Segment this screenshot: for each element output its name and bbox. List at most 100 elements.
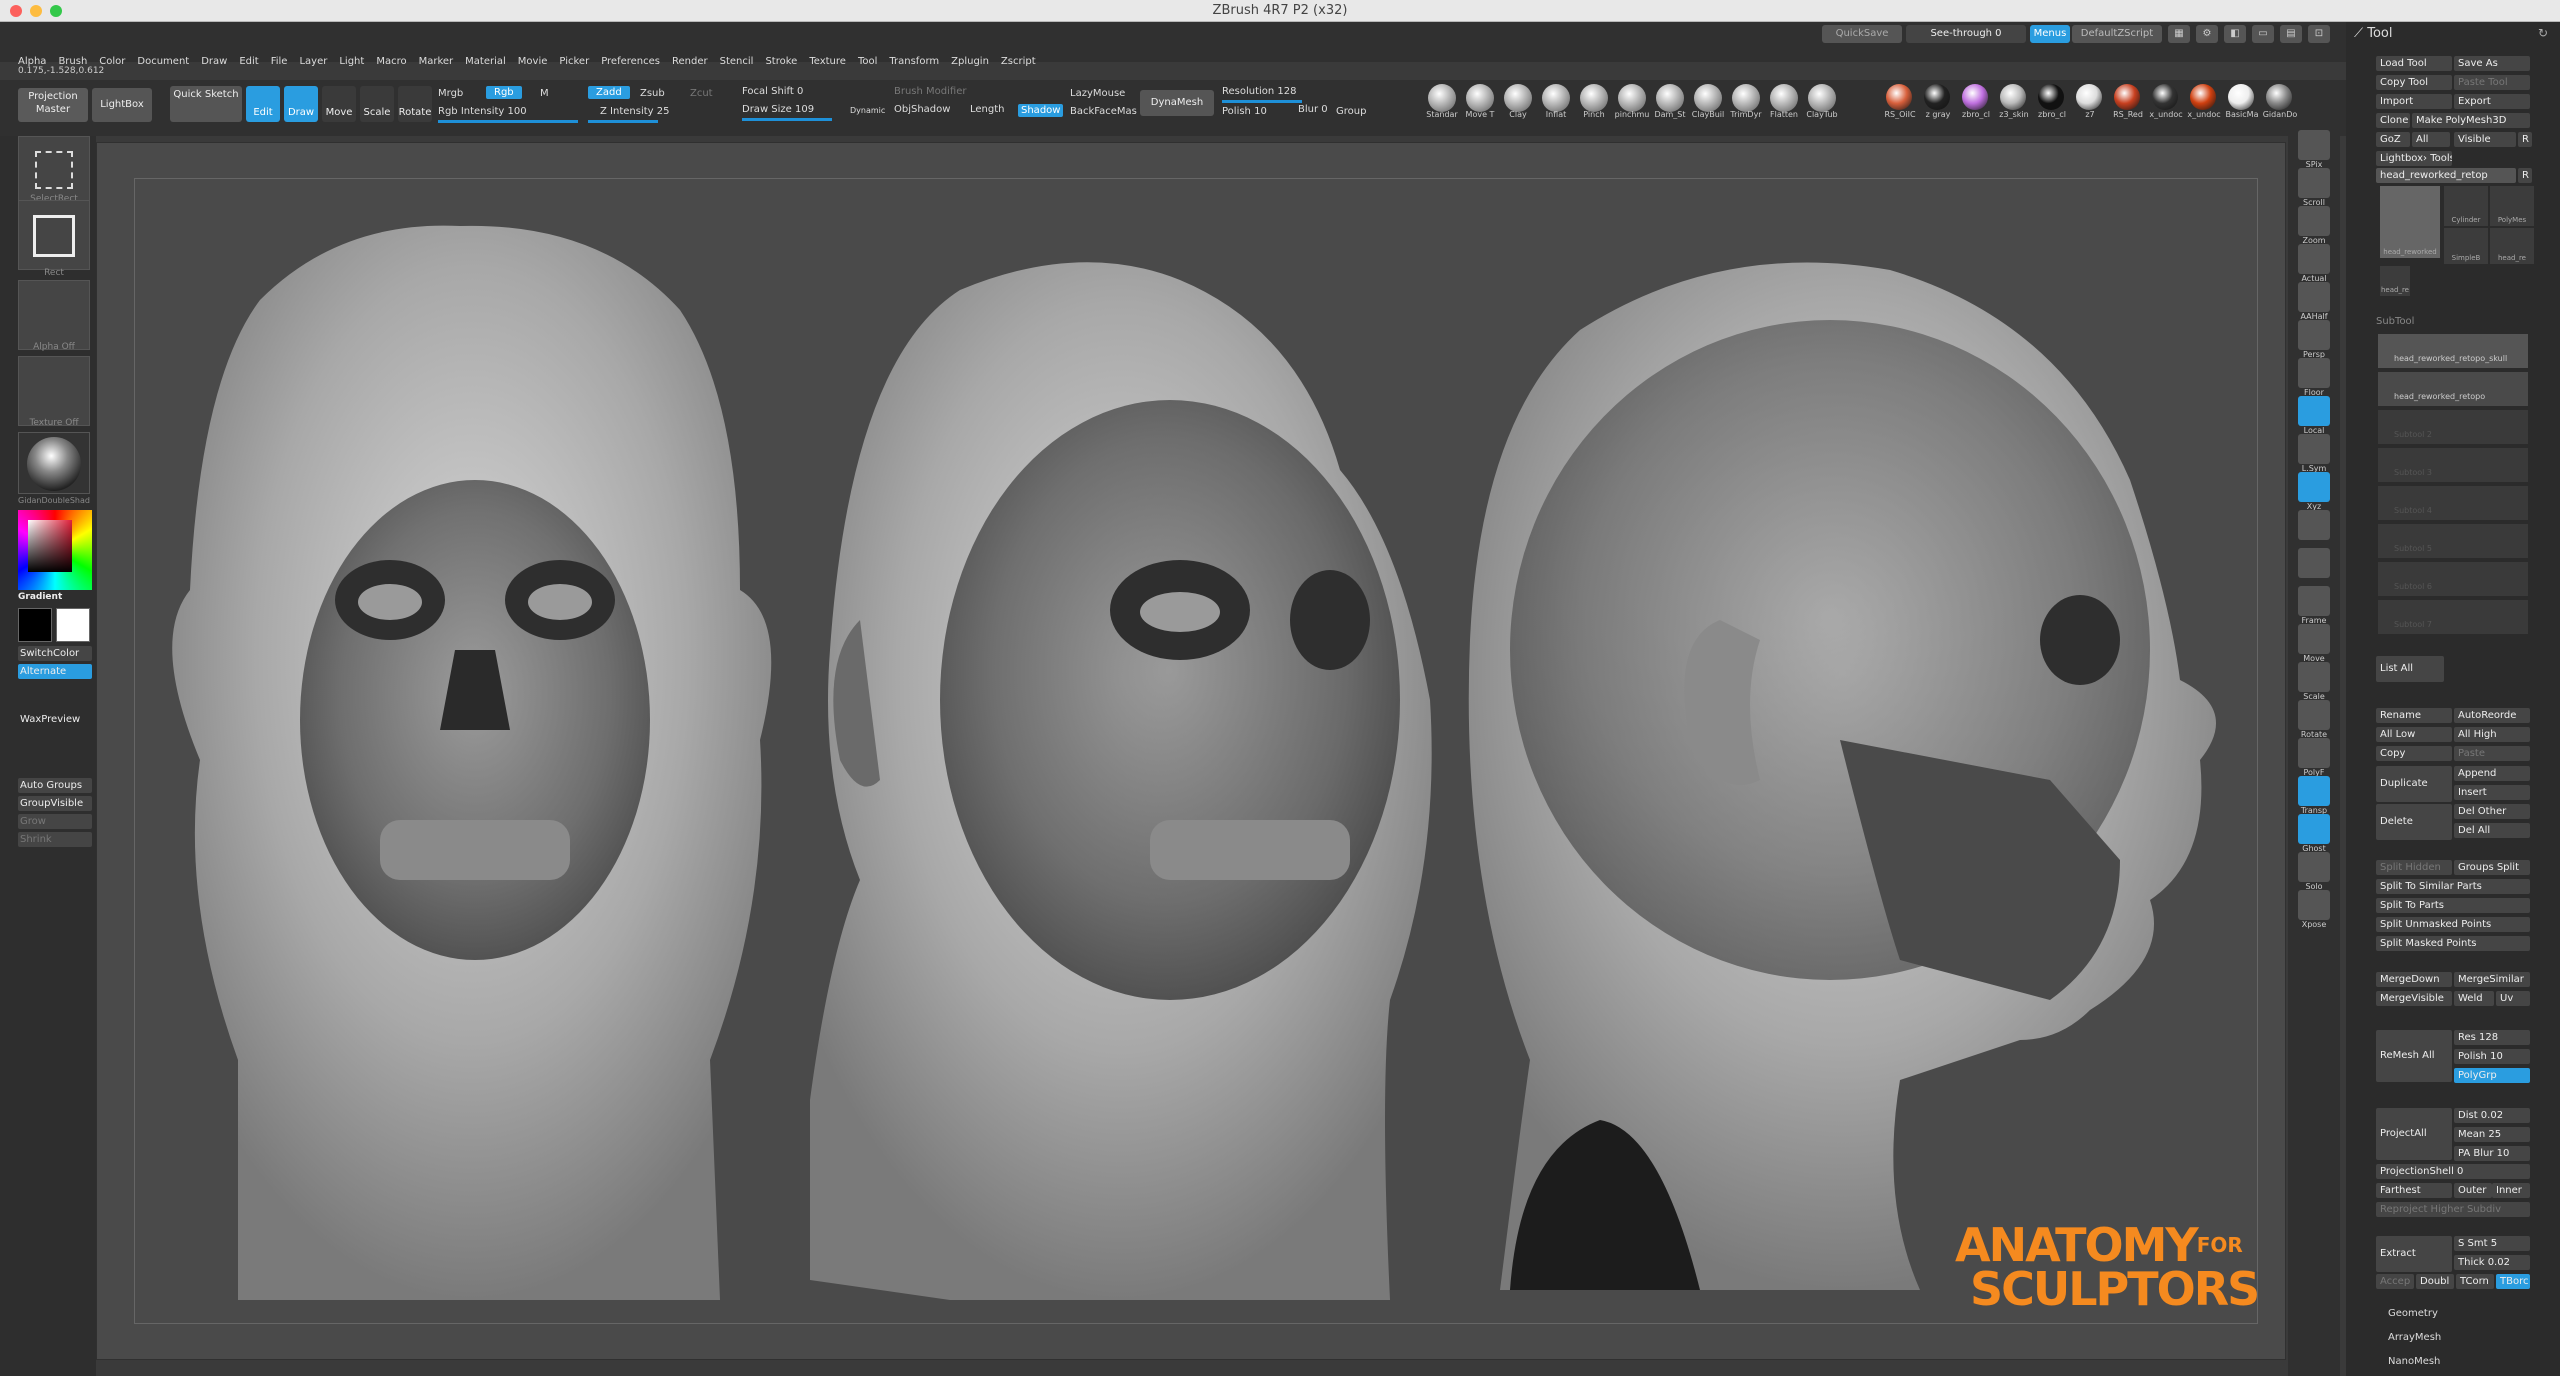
del-other[interactable]: Del Other — [2454, 804, 2530, 819]
tray-spix-icon[interactable] — [2298, 130, 2330, 160]
make-polymesh[interactable]: Make PolyMesh3D — [2412, 113, 2530, 128]
copy[interactable]: Copy Tool — [2376, 75, 2452, 90]
extract[interactable]: Extract — [2376, 1236, 2452, 1272]
project-all[interactable]: ProjectAll — [2376, 1108, 2452, 1160]
polish[interactable]: Polish 10 — [2454, 1049, 2530, 1064]
tray-polyf-icon[interactable] — [2298, 738, 2330, 768]
subtool-row[interactable]: Subtool 7 — [2378, 600, 2528, 634]
tray-rotate-icon[interactable] — [2298, 700, 2330, 730]
tray-persp-icon[interactable] — [2298, 320, 2330, 350]
projection-shell[interactable]: ProjectionShell 0 — [2376, 1164, 2530, 1179]
tool-thumb[interactable]: head_reworked — [2380, 186, 2440, 258]
subtool-row[interactable]: head_reworked_retopo — [2378, 372, 2528, 406]
accept[interactable]: Accep — [2376, 1274, 2414, 1289]
split-hidden[interactable]: Split Hidden — [2376, 860, 2452, 875]
geometry-section[interactable]: Geometry — [2388, 1308, 2438, 1319]
copy2[interactable]: Copy — [2376, 746, 2452, 761]
tray-aahalf-icon[interactable] — [2298, 282, 2330, 312]
reproject[interactable]: Reproject Higher Subdiv — [2376, 1202, 2530, 1217]
tborder[interactable]: TBorc — [2496, 1274, 2530, 1289]
subtool-row[interactable]: head_reworked_retopo_skull — [2378, 334, 2528, 368]
subtool-row[interactable]: Subtool 5 — [2378, 524, 2528, 558]
tray-scale-icon[interactable] — [2298, 662, 2330, 692]
tray-xpose-icon[interactable] — [2298, 890, 2330, 920]
current-tool[interactable]: head_reworked_retop — [2376, 168, 2516, 183]
weld[interactable]: Weld — [2454, 991, 2494, 1006]
visible[interactable]: Visible — [2454, 132, 2516, 147]
import[interactable]: Import — [2376, 94, 2452, 109]
dist[interactable]: Dist 0.02 — [2454, 1108, 2530, 1123]
tray-solo-icon[interactable] — [2298, 852, 2330, 882]
r[interactable]: R — [2518, 132, 2532, 147]
tray-lsym-icon[interactable] — [2298, 434, 2330, 464]
close-panel-icon[interactable]: ⊡ — [2308, 25, 2330, 43]
all-high[interactable]: All High — [2454, 727, 2530, 742]
s-smt[interactable]: S Smt 5 — [2454, 1236, 2530, 1251]
tray-scroll-icon[interactable] — [2298, 168, 2330, 198]
subtool-row[interactable]: Subtool 4 — [2378, 486, 2528, 520]
mergedown[interactable]: MergeDown — [2376, 972, 2452, 987]
list-all[interactable]: List All — [2376, 656, 2444, 682]
tray-ghost-icon[interactable] — [2298, 814, 2330, 844]
nanomesh-section[interactable]: NanoMesh — [2388, 1356, 2440, 1367]
subtool-row[interactable]: Subtool 3 — [2378, 448, 2528, 482]
mergevisible[interactable]: MergeVisible — [2376, 991, 2452, 1006]
thick[interactable]: Thick 0.02 — [2454, 1255, 2530, 1270]
arraymesh-section[interactable]: ArrayMesh — [2388, 1332, 2441, 1343]
tray-transp-icon[interactable] — [2298, 776, 2330, 806]
del-all[interactable]: Del All — [2454, 823, 2530, 838]
res[interactable]: Res 128 — [2454, 1030, 2530, 1045]
tray-local-icon[interactable] — [2298, 396, 2330, 426]
tool-thumb[interactable]: head_re — [2380, 266, 2410, 296]
clone[interactable]: Clone — [2376, 113, 2410, 128]
tray-icon11-icon[interactable] — [2298, 548, 2330, 578]
load[interactable]: Load Tool — [2376, 56, 2452, 71]
tray-icon10-icon[interactable] — [2298, 510, 2330, 540]
append[interactable]: Append — [2454, 766, 2530, 781]
tool-thumb[interactable]: PolyMes — [2490, 186, 2534, 226]
autoreorder[interactable]: AutoReorde — [2454, 708, 2530, 723]
split-unmasked[interactable]: Split Unmasked Points — [2376, 917, 2530, 932]
tool-thumb[interactable]: head_re — [2490, 228, 2534, 264]
split-similar[interactable]: Split To Similar Parts — [2376, 879, 2530, 894]
split-masked[interactable]: Split Masked Points — [2376, 936, 2530, 951]
delete[interactable]: Delete — [2376, 804, 2452, 840]
paste2[interactable]: Paste — [2454, 746, 2530, 761]
save-as[interactable]: Save As — [2454, 56, 2530, 71]
split-parts[interactable]: Split To Parts — [2376, 898, 2530, 913]
goz[interactable]: GoZ — [2376, 132, 2410, 147]
subtool-row[interactable]: Subtool 2 — [2378, 410, 2528, 444]
subtool-header[interactable]: SubTool — [2376, 316, 2414, 327]
tray-move-icon[interactable] — [2298, 624, 2330, 654]
outer[interactable]: Outer — [2454, 1183, 2492, 1198]
tool-thumb[interactable]: Cylinder — [2444, 186, 2488, 226]
r2[interactable]: R — [2518, 168, 2532, 183]
rename[interactable]: Rename — [2376, 708, 2452, 723]
groups-split[interactable]: Groups Split — [2454, 860, 2530, 875]
all[interactable]: All — [2412, 132, 2450, 147]
mean[interactable]: Mean 25 — [2454, 1127, 2530, 1142]
duplicate[interactable]: Duplicate — [2376, 766, 2452, 802]
tray-frame-icon[interactable] — [2298, 586, 2330, 616]
paste[interactable]: Paste Tool — [2454, 75, 2530, 90]
export[interactable]: Export — [2454, 94, 2530, 109]
tray-xyz-icon[interactable] — [2298, 472, 2330, 502]
insert[interactable]: Insert — [2454, 785, 2530, 800]
tool-refresh-icon[interactable]: ↻ — [2538, 26, 2548, 40]
tcorne[interactable]: TCorn — [2456, 1274, 2494, 1289]
subtool-row[interactable]: Subtool 6 — [2378, 562, 2528, 596]
tray-actual-icon[interactable] — [2298, 244, 2330, 274]
remesh-all[interactable]: ReMesh All — [2376, 1030, 2452, 1082]
farthest[interactable]: Farthest — [2376, 1183, 2452, 1198]
tool-thumb[interactable]: SimpleB — [2444, 228, 2488, 264]
lightbox-tools[interactable]: Lightbox› Tools — [2376, 151, 2452, 166]
polygrp[interactable]: PolyGrp — [2454, 1068, 2530, 1083]
inner[interactable]: Inner — [2492, 1183, 2530, 1198]
tray-zoom-icon[interactable] — [2298, 206, 2330, 236]
uv[interactable]: Uv — [2496, 991, 2530, 1006]
pa-blur[interactable]: PA Blur 10 — [2454, 1146, 2530, 1161]
double[interactable]: Doubl — [2416, 1274, 2454, 1289]
tray-floor-icon[interactable] — [2298, 358, 2330, 388]
mergesimilar[interactable]: MergeSimilar — [2454, 972, 2530, 987]
all-low[interactable]: All Low — [2376, 727, 2452, 742]
